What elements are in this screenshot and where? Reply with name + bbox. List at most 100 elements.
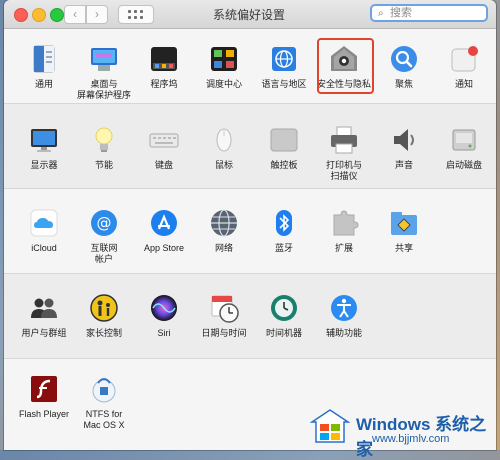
zoom-window-button[interactable]: [50, 8, 64, 22]
mission-control-icon: [208, 43, 240, 75]
pane-label: 网络: [214, 243, 233, 253]
forward-button[interactable]: ›: [86, 5, 108, 24]
trackpad-icon: [268, 124, 300, 156]
pane-accessibility[interactable]: 辅助功能: [313, 292, 375, 339]
sound-icon: [388, 124, 420, 156]
pane-extensions[interactable]: 扩展: [313, 207, 375, 254]
window-title: 系统偏好设置: [212, 8, 285, 22]
flash-icon: [28, 373, 60, 405]
pane-label: 家长控制: [85, 328, 122, 338]
printer-icon: [328, 124, 360, 156]
display-icon: [28, 124, 60, 156]
grid-icon-dot: [128, 16, 131, 19]
show-all-button[interactable]: [118, 5, 154, 24]
general-icon: [28, 43, 60, 75]
pane-sound[interactable]: 声音: [373, 124, 435, 171]
pane-label: 通用: [34, 79, 53, 89]
pane-date-time[interactable]: 日期与时间: [193, 292, 255, 339]
pane-internet-accounts[interactable]: @ 互联网 帐户: [73, 207, 135, 265]
pane-label: 声音: [394, 160, 413, 170]
pane-dock[interactable]: 程序坞: [133, 43, 195, 90]
pane-printers-scanners[interactable]: 打印机与 扫描仪: [313, 124, 375, 182]
pane-siri[interactable]: Siri: [133, 292, 195, 339]
sharing-icon: [388, 207, 420, 239]
pane-displays[interactable]: 显示器: [13, 124, 75, 171]
language-icon: [268, 43, 300, 75]
pane-trackpad[interactable]: 触控板: [253, 124, 315, 171]
pane-label: 触控板: [270, 160, 298, 170]
pane-ntfs[interactable]: NTFS for Mac OS X: [73, 373, 135, 431]
section-hardware: 显示器 节能 键盘 鼠标 触控板 打印机与 扫描仪 声音 启动磁盘: [4, 104, 496, 189]
pane-label: 鼠标: [214, 160, 233, 170]
pane-notifications[interactable]: 通知: [433, 43, 495, 90]
pane-bluetooth[interactable]: 蓝牙: [253, 207, 315, 254]
search-field[interactable]: ⌕: [370, 4, 488, 22]
pane-users-groups[interactable]: 用户与群组: [13, 292, 75, 339]
pane-label: 辅助功能: [325, 328, 362, 338]
section-internet-wireless: iCloud @ 互联网 帐户 App Store 网络 蓝牙 扩展 共享: [4, 189, 496, 274]
grid-icon-dot: [140, 10, 143, 13]
pane-label: 共享: [394, 243, 413, 253]
extensions-icon: [328, 207, 360, 239]
pane-mouse[interactable]: 鼠标: [193, 124, 255, 171]
pane-label: 互联网 帐户: [90, 243, 118, 264]
pane-language-region[interactable]: 语言与地区: [253, 43, 315, 90]
pane-label: 通知: [454, 79, 473, 89]
pane-spotlight[interactable]: 聚焦: [373, 43, 435, 90]
search-input[interactable]: [390, 6, 482, 20]
pane-mission-control[interactable]: 调度中心: [193, 43, 255, 90]
desktop-icon: [88, 43, 120, 75]
ntfs-icon: [88, 373, 120, 405]
close-window-button[interactable]: [14, 8, 28, 22]
pane-time-machine[interactable]: 时间机器: [253, 292, 315, 339]
time-machine-icon: [268, 292, 300, 324]
pane-label: 扩展: [334, 243, 353, 253]
pane-label: 启动磁盘: [445, 160, 482, 170]
keyboard-icon: [148, 124, 180, 156]
dock-icon: [148, 43, 180, 75]
minimize-window-button[interactable]: [32, 8, 46, 22]
chevron-left-icon: ‹: [73, 7, 77, 21]
startup-disk-icon: [448, 124, 480, 156]
back-button[interactable]: ‹: [64, 5, 86, 24]
section-personal: 通用 桌面与 屏幕保护程序 程序坞 调度中心 语言与地区 安全性与隐私 聚焦 通…: [4, 29, 496, 104]
pane-parental-controls[interactable]: 家长控制: [73, 292, 135, 339]
grid-icon-dot: [140, 16, 143, 19]
notifications-icon: [448, 43, 480, 75]
pane-sharing[interactable]: 共享: [373, 207, 435, 254]
pane-label: NTFS for Mac OS X: [83, 409, 125, 430]
pane-label: 调度中心: [205, 79, 242, 89]
pane-flash-player[interactable]: Flash Player: [13, 373, 75, 420]
watermark: Windows 系统之家 www.bjjmlv.com: [309, 404, 500, 459]
pane-label: 用户与群组: [21, 328, 67, 338]
pane-energy-saver[interactable]: 节能: [73, 124, 135, 171]
pane-label: 蓝牙: [274, 243, 293, 253]
section-system: 用户与群组 家长控制 Siri 日期与时间 时间机器 辅助功能: [4, 274, 496, 359]
mouse-icon: [208, 124, 240, 156]
pane-desktop-screensaver[interactable]: 桌面与 屏幕保护程序: [73, 43, 135, 101]
pane-network[interactable]: 网络: [193, 207, 255, 254]
pane-app-store[interactable]: App Store: [133, 207, 195, 254]
pane-general[interactable]: 通用: [13, 43, 75, 90]
pane-label: 程序坞: [150, 79, 178, 89]
pane-label: 桌面与 屏幕保护程序: [76, 79, 131, 100]
search-icon: ⌕: [378, 8, 384, 19]
grid-icon-dot: [134, 10, 137, 13]
pane-label: 时间机器: [265, 328, 302, 338]
pane-label: 语言与地区: [261, 79, 307, 89]
grid-icon-dot: [134, 16, 137, 19]
pane-label: 日期与时间: [201, 328, 247, 338]
grid-icon: [128, 10, 131, 13]
pane-icloud[interactable]: iCloud: [13, 207, 75, 254]
windows-logo-icon: [309, 408, 351, 444]
pane-label: Siri: [157, 328, 171, 338]
parental-controls-icon: [88, 292, 120, 324]
pane-keyboard[interactable]: 键盘: [133, 124, 195, 171]
pane-label: App Store: [143, 243, 185, 253]
chevron-right-icon: ›: [95, 7, 99, 21]
siri-icon: [148, 292, 180, 324]
pane-startup-disk[interactable]: 启动磁盘: [433, 124, 495, 171]
watermark-url: www.bjjmlv.com: [372, 433, 450, 445]
app-store-icon: [148, 207, 180, 239]
system-preferences-window: ‹ › 系统偏好设置 ⌕ 通用 桌面与 屏幕保护程序: [4, 0, 496, 450]
